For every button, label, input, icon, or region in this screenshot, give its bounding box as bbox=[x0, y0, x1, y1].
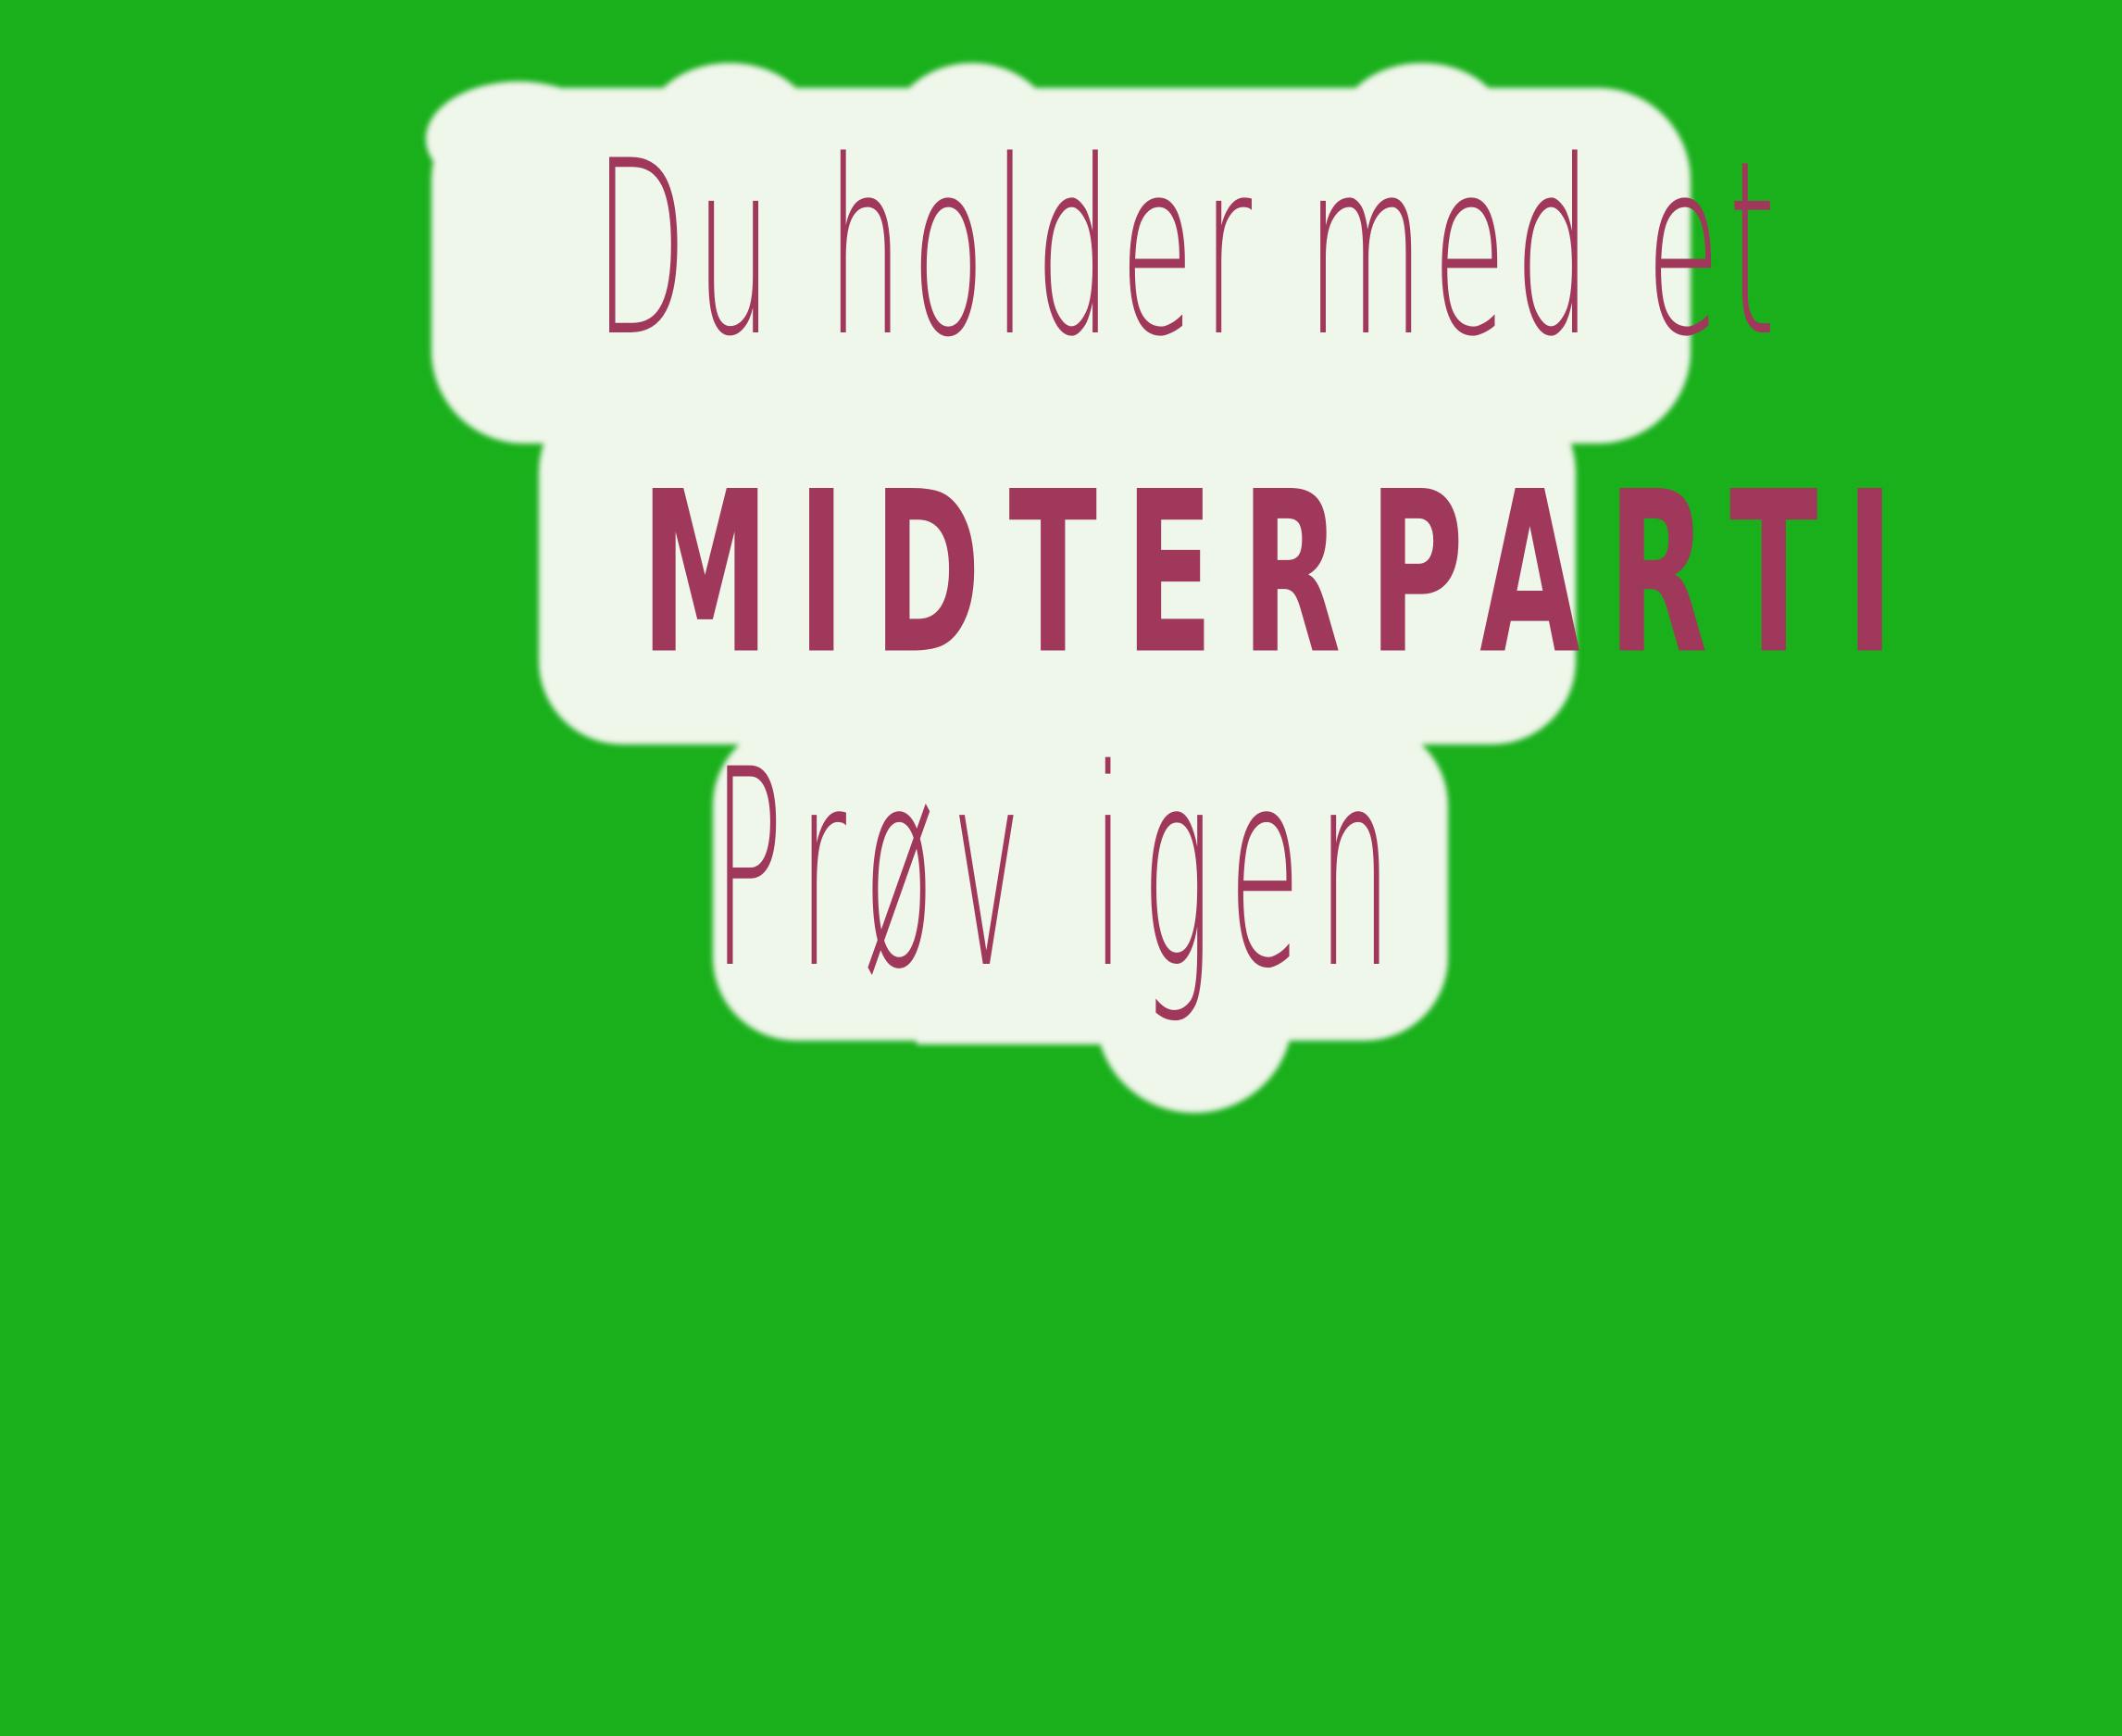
result-intro-text: Du holder med et bbox=[594, 110, 1784, 390]
result-screen: Du holder med et MIDTERPARTI Prøv igen bbox=[0, 0, 2122, 1736]
try-again-link[interactable]: Prøv igen bbox=[0, 731, 2122, 1046]
party-result-heading: MIDTERPARTI bbox=[640, 443, 1922, 705]
